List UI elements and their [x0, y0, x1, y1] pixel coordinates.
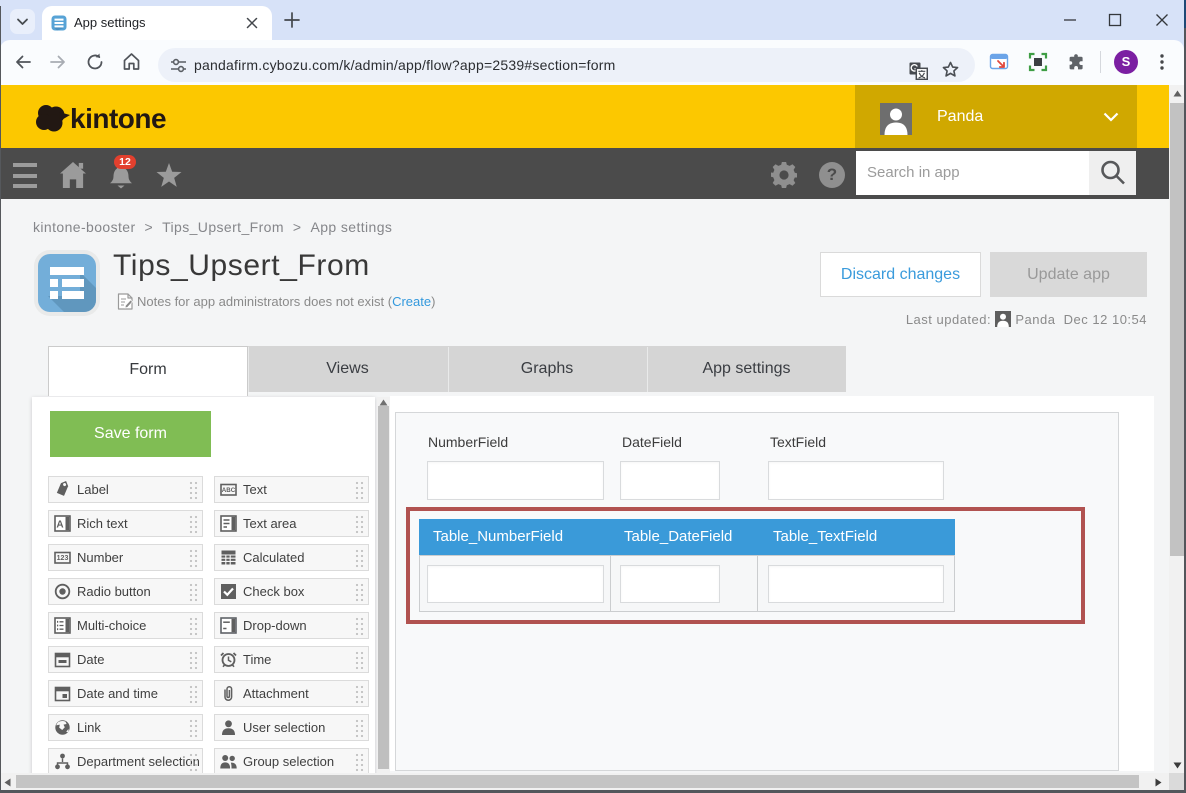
svg-text:123: 123 [57, 555, 69, 562]
svg-text:A: A [56, 520, 63, 531]
svg-text:ABC: ABC [222, 487, 236, 494]
